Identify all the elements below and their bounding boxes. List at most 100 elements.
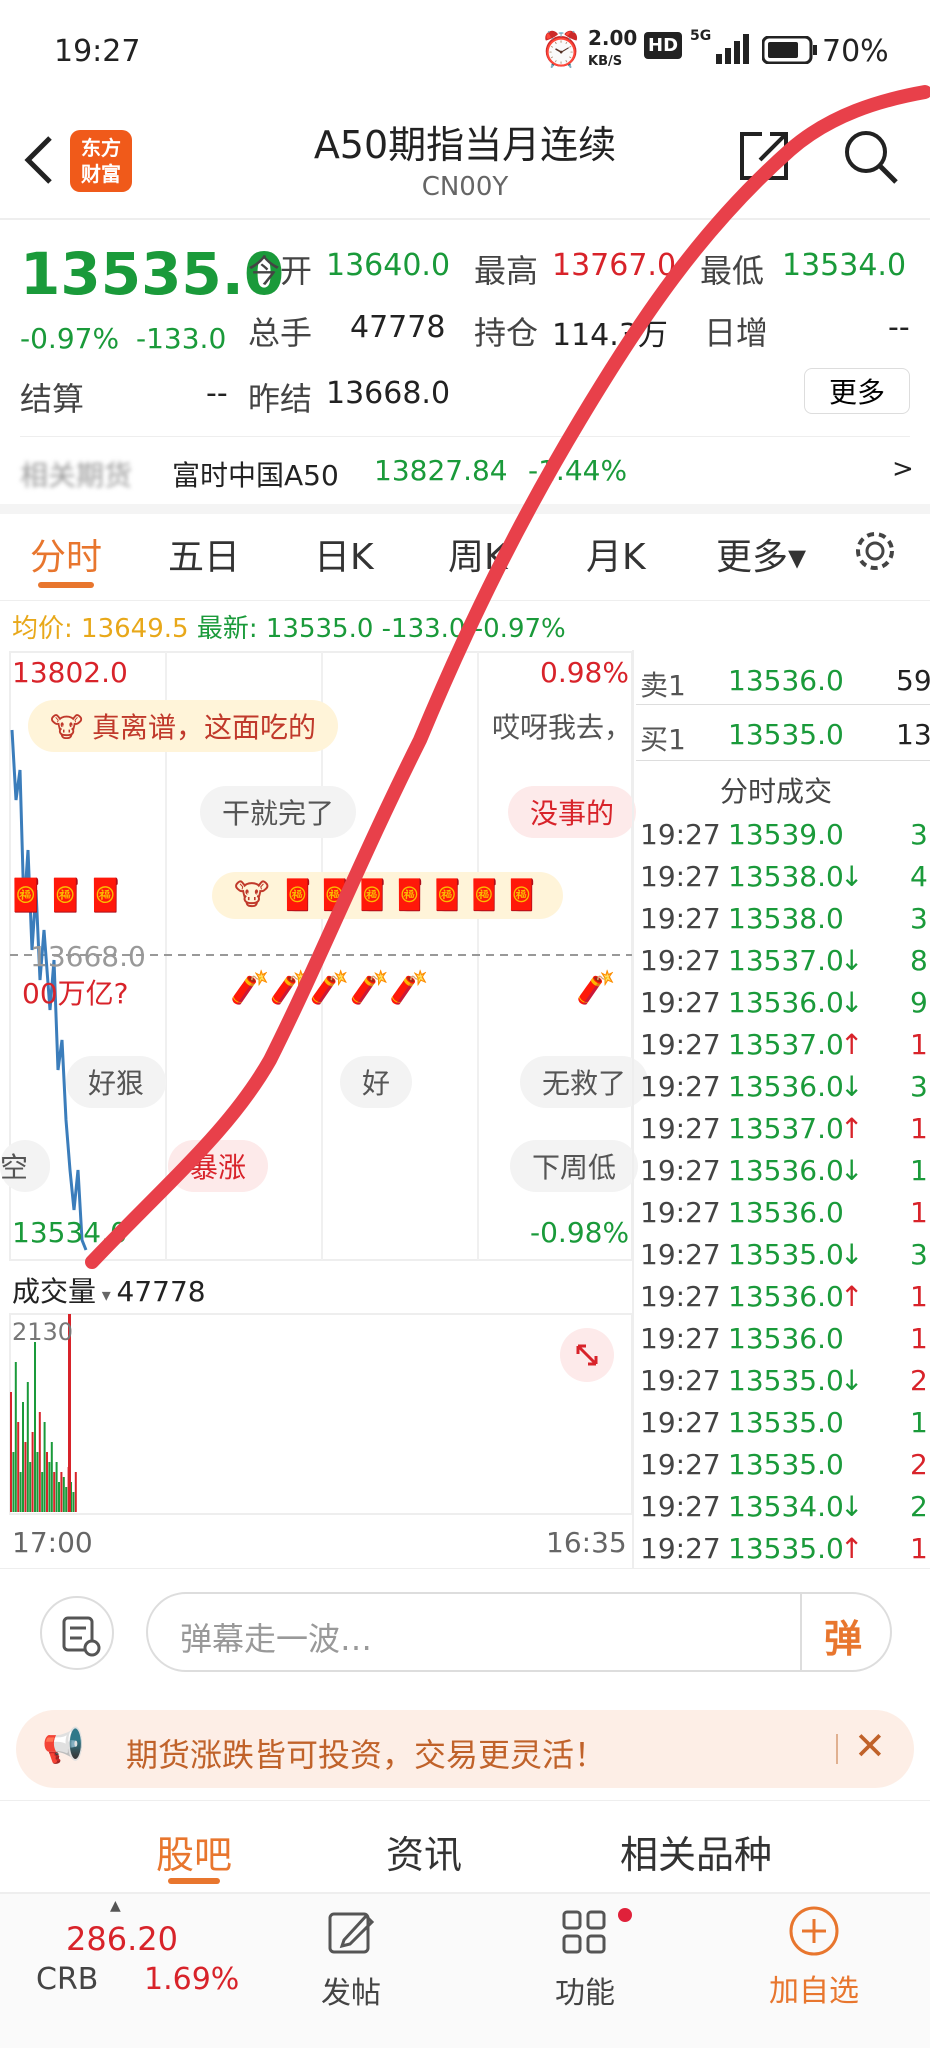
danmaku-bubble: 好狠 [66,1056,167,1108]
danmaku-toggle-button[interactable]: 弹 [824,1608,862,1663]
promo-banner[interactable]: 📢 期货涨跌皆可投资，交易更灵活！ ✕ [16,1710,914,1788]
danmaku-placeholder: 弹幕走一波… [180,1620,373,1658]
trade-arrow-icon: ↑ [840,1028,864,1061]
firecracker-row-icon: 🧨🧨🧨🧨🧨 [230,968,430,1006]
post-label: 发帖 [321,1976,381,2011]
share-icon[interactable] [736,128,792,184]
avg-label: 均价: [12,614,73,644]
high-value: 13767.0 [552,248,677,283]
trade-row: 19:27 13537.0 ↑ 1 [640,1112,930,1154]
tab-more[interactable]: 更多▾ [716,528,806,580]
trade-time: 19:27 [640,1406,721,1439]
trade-qty: 4 [910,860,928,893]
megaphone-icon: 📢 [42,1726,85,1766]
volume-bar [19,1472,22,1512]
related-name: 富时中国A50 [172,459,339,492]
functions-button[interactable]: 功能 [550,1908,632,2028]
expand-icon[interactable] [560,1328,614,1382]
open-interest-label: 持仓 [474,314,539,352]
trade-price: 13538.0 [728,902,844,935]
comment-list-icon[interactable] [40,1596,114,1670]
trade-time: 19:27 [640,902,721,935]
related-prefix: 相关期货 [20,459,133,492]
signal-5g-label: 5G [690,28,712,44]
tab-news[interactable]: 资讯 [386,1824,462,1879]
more-button[interactable]: 更多 [804,368,910,414]
trade-price: 13534.0 [728,1490,844,1523]
trade-arrow-icon: ↑ [840,1112,864,1145]
trade-row: 19:27 13536.0 1 [640,1322,930,1364]
volume-bar [50,1442,53,1512]
crb-value[interactable]: 286.20 [66,1920,178,1958]
danmaku-bubble: 00万亿? [22,977,129,1010]
trade-arrow-icon: ↓ [840,986,864,1019]
volume-bar [55,1462,58,1512]
trade-row: 19:27 13536.0 ↓ 1 [640,1154,930,1196]
bottom-nav: ▲ 286.20 CRB 1.69% 发帖 功能 加自选 [0,1894,930,2048]
trade-row: 19:27 13537.0 ↓ 8 [640,944,930,986]
danmaku-bubble: 下周低 [510,1140,639,1192]
volume-bar [74,1472,77,1512]
divider [0,1800,930,1801]
trade-qty: 2 [910,1490,928,1523]
buy1-qty: 13 [896,718,930,751]
edit-icon [328,1912,375,1954]
gear-icon[interactable] [852,528,898,574]
status-bar: 19:27 ⏰ 2.00 KB/S HD 5G 70% [0,0,930,100]
functions-label: 功能 [555,1976,615,2011]
trade-row: 19:27 13538.0 ↓ 4 [640,860,930,902]
trade-time: 19:27 [640,1280,721,1313]
danmaku-input[interactable]: 弹幕走一波… 弹 [146,1592,892,1672]
trade-row: 19:27 13538.0 3 [640,902,930,944]
grid-icon [562,1910,606,1954]
volume-selector[interactable]: 成交量 ▾ 47778 [12,1270,206,1310]
trade-qty: 8 [910,944,928,977]
volume-bar [48,1462,51,1512]
trade-price: 13536.0 [728,1280,844,1313]
time-start-label: 17:00 [12,1526,93,1559]
close-icon[interactable]: ✕ [854,1724,886,1768]
divider [0,1568,930,1569]
post-button[interactable]: 发帖 [318,1908,384,2028]
search-icon[interactable] [842,128,900,186]
tab-related[interactable]: 相关品种 [620,1824,772,1879]
add-watchlist-label: 加自选 [769,1974,859,2009]
last-price: 13535.0 [20,240,285,308]
volume-total: 47778 [116,1275,206,1308]
firecracker-icon: 🧨 [576,968,616,1006]
settle-value: -- [206,376,228,411]
high-label: 最高 [474,252,539,290]
trade-arrow-icon: ↓ [840,1154,864,1187]
settle-label: 结算 [20,380,85,418]
intraday-chart[interactable]: 13802.0 0.98% 13668.0 13534.0 -0.98% 🐮 真… [0,650,649,1270]
trade-arrow-icon: ↓ [840,1490,864,1523]
trade-time: 19:27 [640,1112,721,1145]
app-header: 东方 财富 A50期指当月连续 CN00Y [0,100,930,218]
tab-daily-k[interactable]: 日K [314,528,374,580]
danmaku-bubble: 🐮 真离谱，这面吃的 [28,700,339,752]
trade-time: 19:27 [640,1196,721,1229]
tab-intraday[interactable]: 分时 [30,528,102,580]
notification-dot [618,1908,632,1922]
cow-emoji-icon: 🐮 [50,711,84,744]
tab-five-day[interactable]: 五日 [168,528,240,580]
trade-row: 19:27 13536.0 ↓ 9 [640,986,930,1028]
related-price: 13827.84 [374,454,508,487]
tab-guba[interactable]: 股吧 [156,1824,232,1879]
danmaku-bubble: 好 [340,1056,413,1108]
trade-price: 13536.0 [728,1070,844,1103]
trade-time: 19:27 [640,818,721,851]
tab-monthly-k[interactable]: 月K [586,528,646,580]
chart-top-percent: 0.98% [540,656,629,689]
trade-row: 19:27 13536.0 ↓ 3 [640,1070,930,1112]
trade-qty: 3 [910,1070,928,1103]
add-watchlist-button[interactable]: 加自选 [764,1904,864,2028]
related-futures-row[interactable]: 相关期货 富时中国A50 13827.84 -1.44% > [0,440,930,500]
volume-bar [72,1492,75,1512]
volume-bar [53,1472,56,1512]
divider [0,504,930,514]
tab-weekly-k[interactable]: 周K [448,528,508,580]
low-label: 最低 [700,252,765,290]
volume-bar [26,1382,29,1512]
trade-row: 19:27 13535.0 2 [640,1448,930,1490]
